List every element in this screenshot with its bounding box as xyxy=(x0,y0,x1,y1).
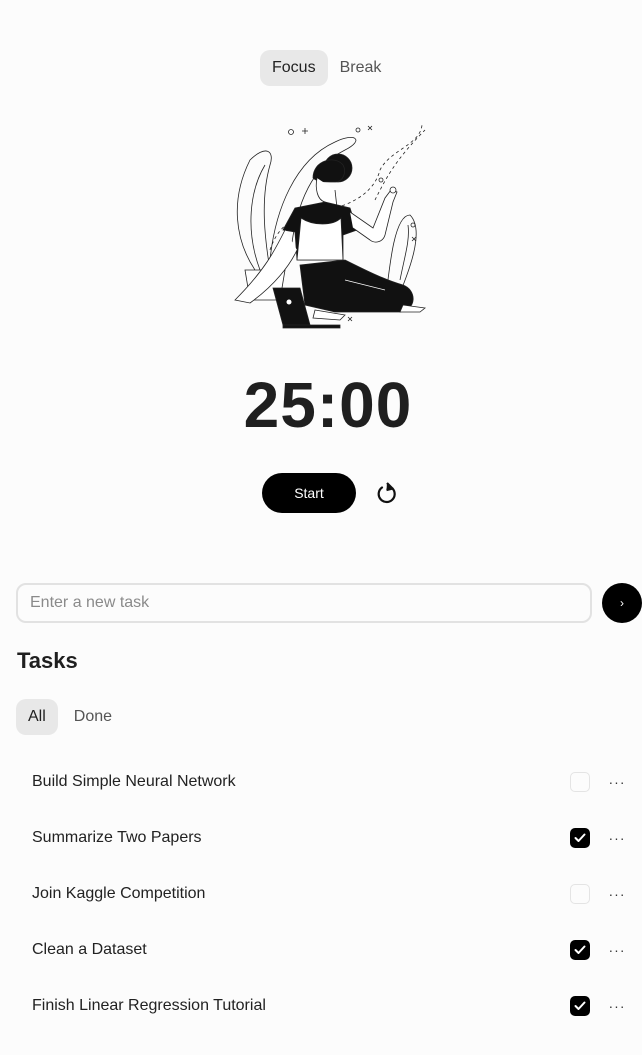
task-checkbox[interactable] xyxy=(570,772,590,792)
filter-tab-done[interactable]: Done xyxy=(62,699,124,735)
task-row: Finish Linear Regression Tutorial ··· xyxy=(0,978,642,1034)
new-task-input[interactable] xyxy=(16,583,592,623)
task-checkbox[interactable] xyxy=(570,828,590,848)
more-options-icon[interactable]: ··· xyxy=(608,772,626,792)
more-options-icon[interactable]: ··· xyxy=(608,940,626,960)
task-checkbox[interactable] xyxy=(570,940,590,960)
more-options-icon[interactable]: ··· xyxy=(608,828,626,848)
break-mode-button[interactable]: Break xyxy=(328,50,394,86)
task-row: Clean a Dataset ··· xyxy=(0,922,642,978)
task-row: Build Simple Neural Network ··· xyxy=(0,754,642,810)
task-row: Join Kaggle Competition ··· xyxy=(0,866,642,922)
checkmark-icon xyxy=(574,833,586,842)
checkmark-icon xyxy=(574,1001,586,1010)
checkmark-icon xyxy=(574,945,586,954)
add-task-button[interactable]: › xyxy=(602,583,642,623)
timer-controls: Start xyxy=(262,473,402,513)
timer-display: 25:00 xyxy=(243,369,413,441)
task-title: Build Simple Neural Network xyxy=(32,773,236,790)
start-button[interactable]: Start xyxy=(262,473,356,513)
task-title: Summarize Two Papers xyxy=(32,829,202,846)
meditating-person-illustration xyxy=(225,120,435,330)
task-filter-tabs: All Done xyxy=(16,699,124,735)
filter-tab-all[interactable]: All xyxy=(16,699,58,735)
task-title: Finish Linear Regression Tutorial xyxy=(32,997,266,1014)
reset-icon xyxy=(377,482,396,504)
pomodoro-page: Focus Break 25:00 Start Enter a new task… xyxy=(0,0,642,1055)
task-row: Summarize Two Papers ··· xyxy=(0,810,642,866)
task-list: Build Simple Neural Network ··· Summariz… xyxy=(0,754,642,1034)
mode-toggle: Focus Break xyxy=(260,50,393,86)
task-checkbox[interactable] xyxy=(570,996,590,1016)
chevron-right-icon: › xyxy=(620,596,624,610)
tasks-heading: Tasks xyxy=(17,648,78,673)
more-options-icon[interactable]: ··· xyxy=(608,996,626,1016)
focus-mode-button[interactable]: Focus xyxy=(260,50,328,86)
task-checkbox[interactable] xyxy=(570,884,590,904)
more-options-icon[interactable]: ··· xyxy=(608,884,626,904)
task-title: Join Kaggle Competition xyxy=(32,885,206,902)
reset-button[interactable] xyxy=(372,478,402,508)
task-title: Clean a Dataset xyxy=(32,941,147,958)
